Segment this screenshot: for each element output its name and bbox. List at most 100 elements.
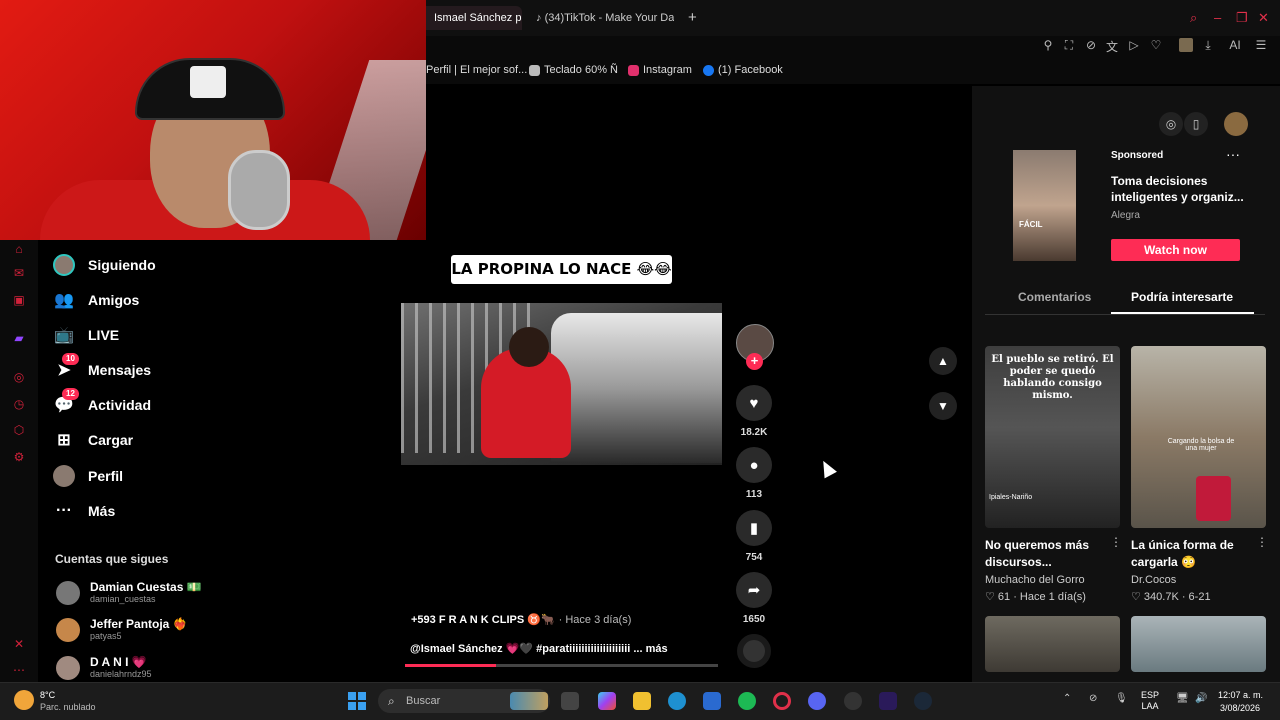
bookmark-facebook[interactable]: (1) Facebook [703,64,783,76]
related-author[interactable]: Dr.Cocos [1131,574,1176,586]
device-icon[interactable]: ▯ [1184,112,1208,136]
store-icon[interactable] [703,692,721,710]
related-video-thumbnail[interactable] [985,616,1120,672]
profile-avatar[interactable] [1224,112,1248,136]
account-dani[interactable]: D A N I 💗 danielahrndz95 [56,653,152,683]
tray-expand-icon[interactable]: ⌃ [1063,693,1071,704]
clock-time[interactable]: 12:07 a. m. [1218,690,1263,700]
related-video-thumbnail[interactable] [1131,616,1266,672]
opera-gx-icon[interactable] [773,692,791,710]
share-action[interactable]: ➦ 1650 [736,572,772,625]
save-action[interactable]: ▮ 754 [736,510,772,563]
related-title[interactable]: La única forma de cargarla 😳 [1131,537,1251,571]
nav-perfil[interactable]: Perfil [52,462,123,490]
twitch-icon[interactable]: ▰ [12,331,26,345]
related-video-thumbnail[interactable]: Cargando la bolsa de una mujer [1131,346,1266,528]
gx-icon[interactable]: ✕ [12,637,26,651]
previous-video-button[interactable]: ▲ [929,347,957,375]
related-more-icon[interactable]: ⋮ [1256,535,1268,549]
nav-cargar[interactable]: ⊞ Cargar [52,426,133,454]
sidebar-icon-3[interactable]: ▣ [12,293,26,307]
history-icon[interactable]: ◷ [12,397,26,411]
ad-thumbnail[interactable]: FÁCIL [1013,150,1076,261]
clock-date[interactable]: 3/08/2026 [1220,703,1260,713]
language-indicator[interactable]: ESP LAA [1141,690,1159,712]
nav-live[interactable]: 📺 LIVE [52,321,119,349]
nav-mensajes[interactable]: ➤ 10 Mensajes [52,353,151,384]
sidebar-icon-1[interactable]: ⌂ [12,242,26,256]
nav-siguiendo[interactable]: Siguiendo [52,251,156,279]
adblock-icon[interactable]: ⊘ [1084,38,1098,52]
search-highlight-icon[interactable] [510,692,548,710]
next-video-button[interactable]: ▼ [929,392,957,420]
ad-watch-button[interactable]: Watch now [1111,239,1240,261]
app-icon[interactable] [844,692,862,710]
volume-icon[interactable]: 🔊 [1195,693,1207,705]
premiere-icon[interactable] [879,692,897,710]
task-view-icon[interactable] [561,692,579,710]
comment-action[interactable]: ● 113 [736,447,772,500]
sidebar-icon-5[interactable]: ◎ [12,370,26,384]
related-more-icon[interactable]: ⋮ [1110,535,1122,549]
maximize-icon[interactable]: ❐ [1236,10,1248,26]
steam-icon[interactable] [914,692,932,710]
related-author[interactable]: Muchacho del Gorro [985,574,1085,586]
copilot-icon[interactable] [598,692,616,710]
account-damian[interactable]: Damian Cuestas 💵 damian_cuestas [56,578,202,608]
spotify-icon[interactable] [738,692,756,710]
weather-temp[interactable]: 8°C [40,690,55,700]
play-icon[interactable]: ▷ [1127,38,1141,52]
discord-icon[interactable] [808,692,826,710]
translate-icon[interactable]: 文 [1105,38,1119,54]
ad-title[interactable]: Toma decisiones inteligentes y organiz..… [1111,173,1251,205]
bookmark-icon[interactable]: ▮ [736,510,772,546]
music-disc-icon[interactable] [737,634,771,668]
comment-icon[interactable]: ● [736,447,772,483]
new-tab-button[interactable]: + [680,6,705,30]
capture-icon[interactable]: ⛶ [1062,38,1076,52]
nav-amigos[interactable]: 👥 Amigos [52,286,139,314]
video-author[interactable]: +593 F R A N K CLIPS ♉🐂 [411,614,555,626]
related-title[interactable]: No queremos más discursos... [985,537,1105,571]
network-icon[interactable]: 🖥 [1176,693,1189,705]
nav-mas[interactable]: ··· Más [52,497,115,525]
nav-actividad[interactable]: 💬 12 Actividad [52,388,151,419]
share-icon[interactable]: ➦ [736,572,772,608]
search-icon[interactable]: ⌕ [1190,10,1197,26]
tab-interest[interactable]: Podría interesarte [1131,290,1233,304]
pin-icon[interactable]: ⚲ [1041,38,1055,52]
bookmark-instagram[interactable]: Instagram [628,64,692,76]
tab-comments[interactable]: Comentarios [1018,290,1091,304]
bookmark-teclado[interactable]: Teclado 60% Ñ [529,64,618,76]
settings-icon[interactable]: ⚙ [12,450,26,464]
tray-icon[interactable]: ⊘ [1089,693,1101,705]
taskbar-search-placeholder[interactable]: Buscar [406,695,440,707]
weather-icon[interactable] [14,690,34,710]
related-video-thumbnail[interactable]: El pueblo se retiró. El poder se quedó h… [985,346,1120,528]
file-explorer-icon[interactable] [633,692,651,710]
sidebar-icon-7[interactable]: ⬡ [12,423,26,437]
heart-icon[interactable]: ♡ [1149,38,1163,52]
close-icon[interactable]: ✕ [1258,10,1269,26]
menu-icon[interactable]: ☰ [1254,38,1268,52]
sidebar-more-icon[interactable]: ⋯ [12,663,26,677]
minimize-icon[interactable]: – [1214,10,1221,25]
follow-button[interactable]: + [746,353,763,370]
edge-icon[interactable] [668,692,686,710]
tab-ismael[interactable]: Ismael Sánchez propina [426,6,522,30]
video-author-line[interactable]: +593 F R A N K CLIPS ♉🐂 · Hace 3 día(s) [411,613,631,626]
video-player[interactable] [401,303,722,465]
video-caption[interactable]: @Ismael Sánchez 💗🖤 #paratiiiiiiiiiiiiiii… [410,642,668,655]
like-action[interactable]: ♥ 18.2K [736,385,772,438]
account-jeffer[interactable]: Jeffer Pantoja ❤️‍🔥 patyas5 [56,615,188,645]
bookmark-perfil[interactable]: Perfil | El mejor sof... [426,64,527,76]
ai-button[interactable]: AI [1224,38,1246,52]
download-icon[interactable]: ⤓ [1201,38,1215,52]
sidebar-icon-2[interactable]: ✉ [12,266,26,280]
heart-icon[interactable]: ♥ [736,385,772,421]
windows-start-icon[interactable] [348,692,366,710]
tab-tiktok[interactable]: ♪ (34)TikTok - Make Your Da [528,6,674,30]
weather-desc[interactable]: Parc. nublado [40,702,96,712]
extension-icon[interactable] [1179,38,1193,52]
ad-more-icon[interactable]: ··· [1226,146,1240,162]
